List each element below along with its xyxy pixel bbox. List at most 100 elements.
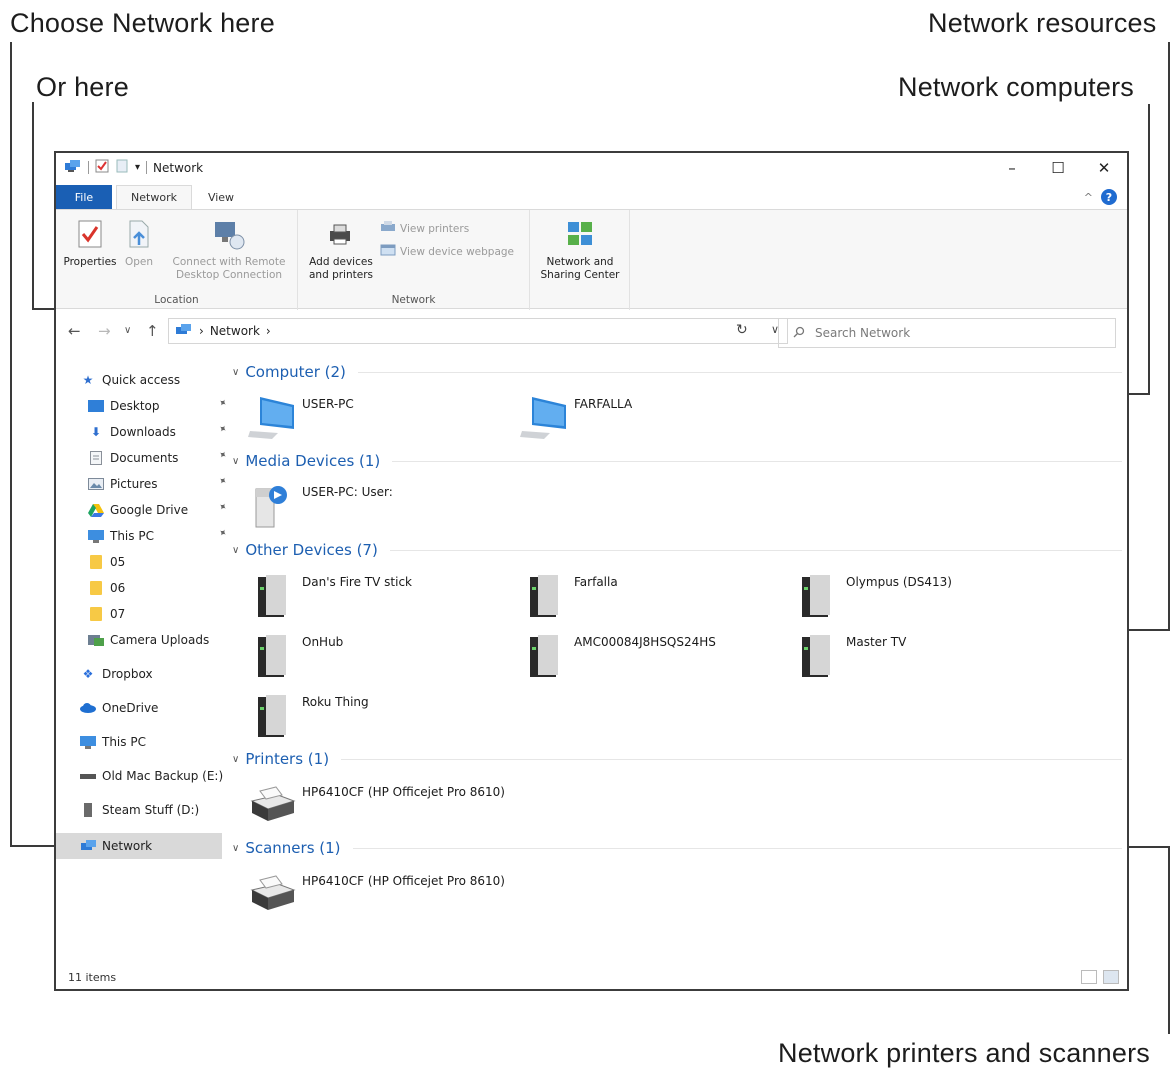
properties-button[interactable]: Properties [62,218,118,269]
desktop-icon [88,399,104,413]
tab-view[interactable]: View [196,185,246,209]
computer-item[interactable]: USER-PC [248,393,508,447]
address-box[interactable]: › Network › ∨ [168,318,788,344]
sidebar-item-steam-stuff[interactable]: Steam Stuff (D:) [80,799,220,821]
sidebar-item-onedrive[interactable]: OneDrive [80,697,220,719]
pin-icon[interactable]: ✦ [215,501,228,515]
other-device-item[interactable]: AMC00084J8HSQS24HS [520,631,780,685]
properties-icon [74,218,106,250]
group-header-printers[interactable]: ∨ Printers (1) [232,748,1122,770]
ribbon-right-controls: ^ ? [1084,189,1117,205]
add-devices-button[interactable]: Add devices and printers [304,218,378,282]
sidebar-item-google-drive[interactable]: Google Drive ✦ [88,499,228,521]
sidebar-item-label: 06 [110,581,126,595]
minimize-button[interactable]: – [989,153,1035,183]
device-name: Dan's Fire TV stick [302,575,412,589]
sidebar-item-camera-uploads[interactable]: Camera Uploads [88,629,228,651]
network-sharing-center-button[interactable]: Network and Sharing Center [534,218,626,282]
sidebar-item-label: Pictures [110,477,158,491]
view-printers-button[interactable]: View printers [380,220,469,237]
details-view-icon[interactable] [1081,970,1097,984]
sidebar-item-downloads[interactable]: ⬇ Downloads ✦ [88,421,228,443]
group-header-other-devices[interactable]: ∨ Other Devices (7) [232,539,1122,561]
sidebar-item-quick-access[interactable]: ★ Quick access [80,369,220,391]
view-printers-label: View printers [400,222,470,235]
maximize-button[interactable]: ☐ [1035,153,1081,183]
sidebar-item-desktop[interactable]: Desktop ✦ [88,395,228,417]
sidebar-item-pictures[interactable]: Pictures ✦ [88,473,228,495]
callout-network-computers: Network computers [898,72,1134,102]
sidebar-item-this-pc[interactable]: This PC [80,731,220,753]
separator [88,161,89,174]
help-icon[interactable]: ? [1101,189,1117,205]
close-button[interactable]: ✕ [1081,153,1127,183]
sidebar-item-folder-07[interactable]: 07 [88,603,228,625]
search-icon [793,326,805,341]
network-device-icon [802,635,830,677]
other-device-item[interactable]: Farfalla [520,571,780,625]
breadcrumb-network[interactable]: Network [210,324,260,338]
open-button[interactable]: Open [122,218,156,269]
computer-item[interactable]: FARFALLA [520,393,780,447]
sidebar-item-dropbox[interactable]: ❖ Dropbox [80,663,220,685]
network-icon[interactable] [64,159,82,176]
other-device-item[interactable]: Dan's Fire TV stick [248,571,508,625]
view-device-webpage-button[interactable]: View device webpage [380,243,514,260]
other-device-item[interactable]: Master TV [792,631,1052,685]
view-device-webpage-icon [380,243,396,260]
monitor-icon [88,529,104,543]
pin-icon[interactable]: ✦ [215,423,228,437]
google-drive-icon [88,503,104,517]
refresh-icon[interactable]: ↻ [736,322,748,338]
up-arrow-icon[interactable]: ↑ [146,322,159,340]
pin-icon[interactable]: ✦ [215,527,228,541]
sidebar-item-documents[interactable]: Documents ✦ [88,447,228,469]
printer-item[interactable]: HP6410CF (HP Officejet Pro 8610) [248,781,648,835]
forward-arrow-icon[interactable]: → [98,322,111,340]
sidebar-item-label: This PC [102,735,146,749]
properties-icon[interactable] [95,159,109,176]
device-name: AMC00084J8HSQS24HS [574,635,716,649]
pin-icon[interactable]: ✦ [215,397,228,411]
sidebar-item-folder-06[interactable]: 06 [88,577,228,599]
connect-remote-button[interactable]: Connect with Remote Desktop Connection [166,218,292,282]
large-icons-view-icon[interactable] [1103,970,1119,984]
group-header-scanners[interactable]: ∨ Scanners (1) [232,837,1122,859]
pin-icon[interactable]: ✦ [215,449,228,463]
tab-network[interactable]: Network [116,185,192,209]
other-device-item[interactable]: Olympus (DS413) [792,571,1052,625]
connect-remote-label-line2: Desktop Connection [175,269,283,281]
sidebar-item-label: OneDrive [102,701,159,715]
sidebar-item-label: 07 [110,607,126,621]
collapse-ribbon-icon[interactable]: ^ [1084,191,1093,204]
breadcrumb-separator: › [199,324,204,338]
printer-name: HP6410CF (HP Officejet Pro 8610) [302,785,505,799]
group-header-computer[interactable]: ∨ Computer (2) [232,361,1122,383]
sidebar-item-label: This PC [110,529,154,543]
sidebar-item-old-mac-backup[interactable]: Old Mac Backup (E:) [80,765,223,787]
search-input[interactable]: Search Network [778,318,1116,348]
other-device-item[interactable]: Roku Thing [248,691,508,745]
tab-file[interactable]: File [56,185,112,209]
network-sharing-label-line2: Sharing Center [540,269,620,281]
group-header-media-devices[interactable]: ∨ Media Devices (1) [232,450,1122,472]
recent-locations-icon[interactable]: ∨ [124,325,131,336]
add-devices-label-line1: Add devices [309,256,373,268]
other-device-item[interactable]: OnHub [248,631,508,685]
sidebar-item-label: Documents [110,451,179,465]
item-count: 11 items [68,971,117,984]
sidebar-item-this-pc-pinned[interactable]: This PC ✦ [88,525,228,547]
network-sharing-icon [564,218,596,250]
back-arrow-icon[interactable]: ← [68,322,81,340]
sidebar-item-folder-05[interactable]: 05 [88,551,228,573]
sidebar-item-network[interactable]: Network [56,833,222,859]
customize-qat-icon[interactable]: ▾ [135,162,140,173]
media-device-item[interactable]: USER-PC: User: [248,481,508,535]
scanner-item[interactable]: HP6410CF (HP Officejet Pro 8610) [248,870,648,924]
new-folder-icon[interactable] [115,159,129,176]
properties-label: Properties [63,256,117,268]
download-arrow-icon: ⬇ [90,425,102,439]
pin-icon[interactable]: ✦ [215,475,228,489]
status-bar: 11 items [56,967,1127,989]
computer-monitor-icon [520,397,566,439]
